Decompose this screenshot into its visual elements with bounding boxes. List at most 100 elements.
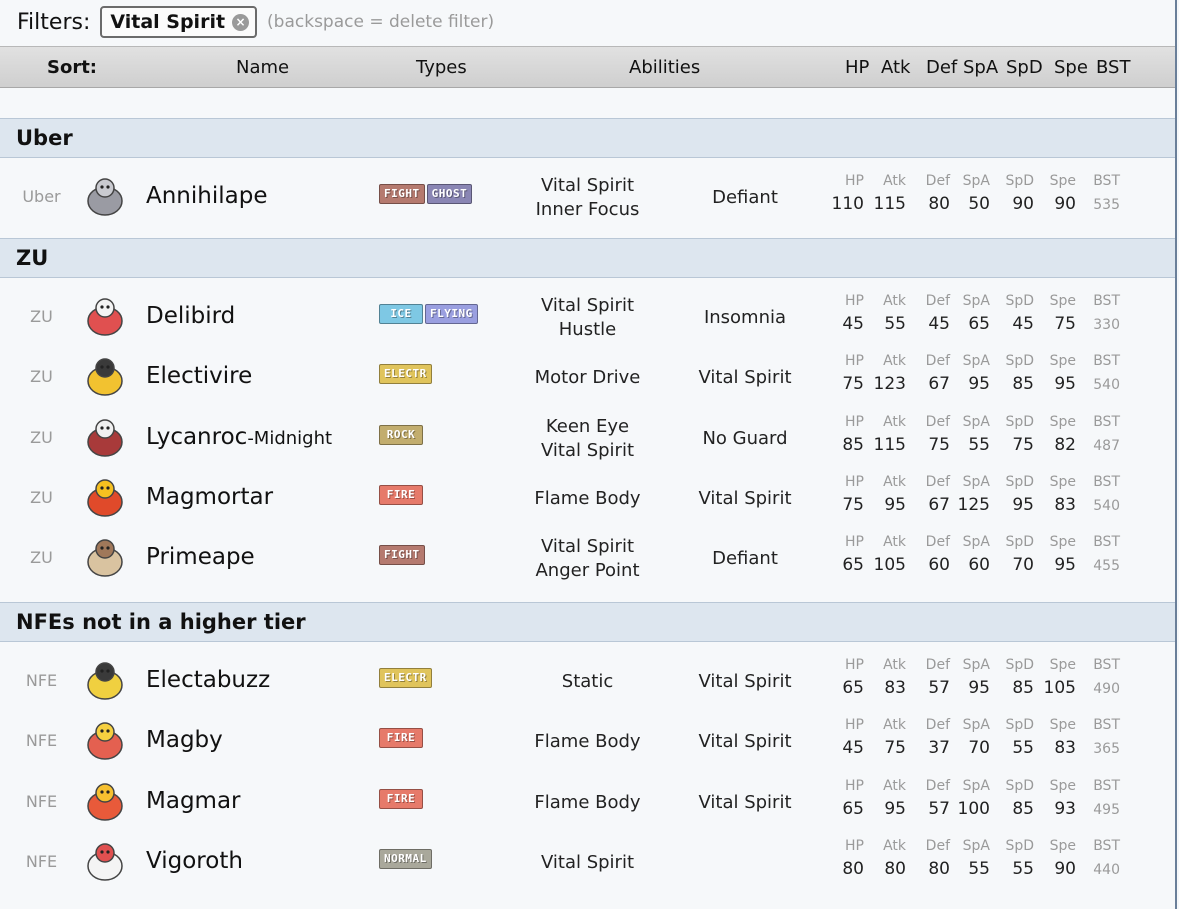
stat-value: 57 [928,799,950,819]
stat-value: 95 [968,678,990,698]
stat-label: Atk [883,293,906,309]
pokemon-row[interactable]: NFE Magmar FIRE Flame Body Vital Spirit HP 65 A… [0,773,1175,833]
type-badges: ROCK [379,425,423,445]
stat-label: SpA [962,173,990,189]
sort-by-name[interactable]: Name [236,57,289,78]
ability-name: Inner Focus [535,199,640,220]
base-stats: HP 45 Atk 55 Def 45 SpA 65 SpD 45 Spe 75 BST 330 [830,293,1150,345]
vigoroth-sprite [80,839,130,885]
base-stats: HP 85 Atk 115 Def 75 SpA 55 SpD 75 Spe 82 BST 487 [830,414,1150,466]
pokemon-name[interactable]: Delibird [146,303,235,329]
tier-label: ZU [30,548,53,567]
ability-name: Hustle [558,319,617,340]
sort-by-abilities[interactable]: Abilities [629,57,700,78]
stat-value: 90 [1054,194,1076,214]
pokemon-row[interactable]: Uber Annihilape FIGHT GHOST Vital Spirit Inne… [0,168,1175,228]
delibird-sprite [80,294,130,340]
stat-value: 82 [1054,435,1076,455]
pokemon-row[interactable]: ZU Delibird ICE FLYING Vital Spirit Hustle Ins… [0,288,1175,348]
filter-chip-label: Vital Spirit [110,11,226,33]
pokemon-row[interactable]: NFE Vigoroth NORMAL Vital Spirit HP 80 Atk 80 De… [0,833,1175,893]
ability-name: Vital Spirit [540,440,635,461]
filter-chip-vital-spirit[interactable]: Vital Spirit × [100,6,258,38]
pokemon-name[interactable]: Magby [146,727,223,753]
stat-value: 95 [968,374,990,394]
filters-label: Filters: [17,9,91,35]
pokemon-row[interactable]: NFE Electabuzz ELECTR Static Vital Spirit HP 6… [0,652,1175,712]
pokemon-name[interactable]: Annihilape [146,183,267,209]
hidden-ability: Insomnia [703,307,787,328]
pokemon-name[interactable]: Primeape [146,544,255,570]
stat-value: 55 [884,314,906,334]
stat-value: 95 [884,799,906,819]
pokemon-name[interactable]: Electivire [146,363,252,389]
pokemon-name[interactable]: Magmar [146,788,241,814]
stat-label: SpA [962,534,990,550]
stat-value: 65 [842,555,864,575]
sort-by-atk[interactable]: Atk [881,57,910,78]
type-badge-rock: ROCK [379,425,423,445]
tier-label: ZU [30,307,53,326]
tier-label: Uber [22,187,61,206]
sort-by-types[interactable]: Types [416,57,467,78]
stat-value: 93 [1054,799,1076,819]
pokemon-row[interactable]: ZU Magmortar FIRE Flame Body Vital Spirit HP 7… [0,469,1175,529]
stat-bst-value: 330 [1093,317,1120,333]
hidden-ability: Vital Spirit [698,367,792,388]
pokemon-name-text: Annihilape [146,183,268,209]
sort-by-hp[interactable]: HP [845,57,869,78]
stat-value: 80 [928,194,950,214]
pokemon-name[interactable]: Magmortar [146,484,273,510]
type-badge-fire: FIRE [379,789,423,809]
stat-value: 90 [1012,194,1034,214]
stat-value: 95 [1054,374,1076,394]
pokemon-row[interactable]: NFE Magby FIRE Flame Body Vital Spirit HP 45 At… [0,712,1175,772]
stat-value: 80 [842,859,864,879]
hidden-ability: Vital Spirit [698,671,792,692]
pokemon-row[interactable]: ZU Primeape FIGHT Vital Spirit Anger Point De… [0,529,1175,589]
sort-by-spd[interactable]: SpD [1006,57,1043,78]
filter-hint: (backspace = delete filter) [267,12,495,32]
annihilape-sprite [80,174,130,220]
tier-section-title: ZU [16,246,49,270]
stat-value: 45 [842,738,864,758]
hidden-ability: Vital Spirit [698,792,792,813]
pokemon-name[interactable]: Vigoroth [146,848,243,874]
tier-label: NFE [25,671,58,690]
stat-label: Def [925,534,950,550]
stat-value: 85 [1012,374,1034,394]
sort-label: Sort: [47,57,98,78]
stat-value: 70 [1012,555,1034,575]
base-stats: HP 75 Atk 95 Def 67 SpA 125 SpD 95 Spe 83 BST 540 [830,474,1150,526]
stat-label: Def [925,838,950,854]
hidden-ability: Defiant [712,548,778,569]
ability-name: Vital Spirit [540,175,635,196]
sort-by-spe[interactable]: Spe [1054,57,1088,78]
type-badge-electr: ELECTR [379,668,432,688]
sort-by-def[interactable]: Def [926,57,957,78]
sort-by-spa[interactable]: SpA [963,57,998,78]
stat-label: Def [925,414,950,430]
stat-value: 65 [842,799,864,819]
stat-value: 90 [1054,859,1076,879]
stat-label: Atk [883,657,906,673]
stat-value: 75 [884,738,906,758]
stat-label: Spe [1049,717,1076,733]
pokemon-name-text: Delibird [146,303,236,329]
pokemon-name-text: Magmortar [146,484,274,510]
tier-label: ZU [30,488,53,507]
stat-value: 55 [1012,738,1034,758]
pokemon-row[interactable]: ZU Lycanroc-Midnight ROCK Keen Eye Vital Spi… [0,409,1175,469]
sort-by-bst[interactable]: BST [1096,57,1130,78]
abilities-cell: Flame Body [505,487,670,511]
stat-label: Atk [883,474,906,490]
pokemon-name[interactable]: Electabuzz [146,667,270,693]
stat-label: Spe [1049,293,1076,309]
stat-bst-value: 540 [1093,377,1120,393]
pokemon-name[interactable]: Lycanroc-Midnight [146,424,332,450]
type-badges: FIGHT [379,545,425,565]
remove-filter-icon[interactable]: × [232,13,250,31]
tier-label: NFE [25,792,58,811]
pokemon-row[interactable]: ZU Electivire ELECTR Motor Drive Vital Spiri… [0,348,1175,408]
stat-label: SpD [1005,293,1034,309]
